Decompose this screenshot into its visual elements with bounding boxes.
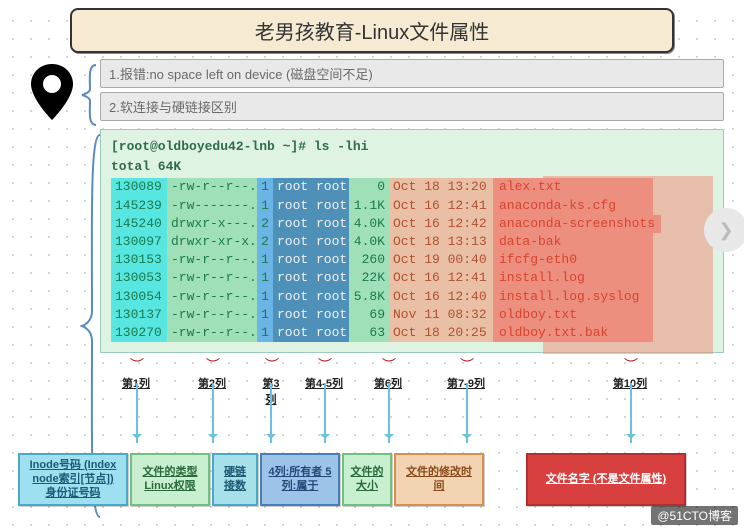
table-row: 130097drwxr-xr-x.2root root4.0KOct 18 13… [111, 233, 713, 251]
table-row: 145240drwxr-x---.2root root4.0KOct 16 12… [111, 215, 713, 233]
box-name: 文件名字 (不是文件属性) [526, 453, 686, 506]
column-bracket-row: ︶第1列 ︶第2列 ︶第3列 ︶第4-5列 ︶第6列 ︶第7-9列 ︶第10列 [100, 355, 724, 383]
table-row: 130089-rw-r--r--.1root root0Oct 18 13:20… [111, 178, 713, 196]
box-size: 文件的 大小 [342, 453, 392, 506]
next-nav-button[interactable]: ❯ [704, 208, 744, 252]
chevron-right-icon: ❯ [718, 220, 733, 241]
terminal-prompt: [root@oldboyedu42-lnb ~]# ls -lhi [111, 138, 713, 156]
arrow-connectors [100, 383, 724, 453]
box-links: 硬链接数 [212, 453, 258, 506]
table-row: 130270-rw-r--r--.1root root63Oct 18 20:2… [111, 324, 713, 342]
note-2: 2.软连接与硬链接区别 [100, 92, 724, 121]
table-row: 130153-rw-r--r--.1root root260Oct 19 00:… [111, 251, 713, 269]
terminal-total: total 64K [111, 158, 713, 176]
note-1: 1.报错:no space left on device (磁盘空间不足) [100, 59, 724, 88]
brace-small-icon [80, 63, 98, 127]
legend-boxes: Inode号码 (Index node索引[节点]) 身份证号码 文件的类型 L… [18, 453, 744, 506]
box-inode: Inode号码 (Index node索引[节点]) 身份证号码 [18, 453, 128, 506]
page-title: 老男孩教育-Linux文件属性 [70, 8, 674, 53]
box-owner: 4列:所有者 5列:属于 [260, 453, 340, 506]
box-type: 文件的类型 Linux权限 [130, 453, 210, 506]
box-mtime: 文件的修改时间 [394, 453, 484, 506]
table-row: 130137-rw-r--r--.1root root69Nov 11 08:3… [111, 306, 713, 324]
terminal-rows: 130089-rw-r--r--.1root root0Oct 18 13:20… [111, 178, 713, 342]
table-row: 130054-rw-r--r--.1root root5.8KOct 16 12… [111, 288, 713, 306]
location-pin-icon [30, 64, 74, 120]
table-row: 145239-rw-------.1root root1.1KOct 16 12… [111, 197, 713, 215]
terminal-block: [root@oldboyedu42-lnb ~]# ls -lhi total … [100, 129, 724, 353]
watermark: @51CTO博客 [651, 506, 738, 525]
table-row: 130053-rw-r--r--.1root root22KOct 16 12:… [111, 269, 713, 287]
